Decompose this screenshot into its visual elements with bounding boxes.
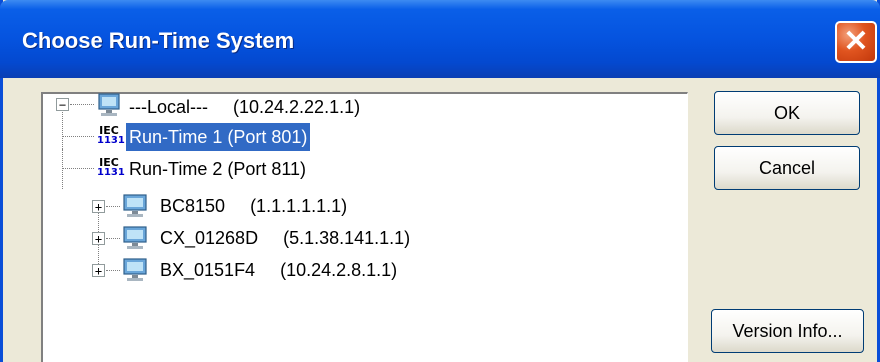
tree-connector — [70, 104, 94, 105]
choose-runtime-dialog: Choose Run-Time System ✕ − ---Local--- (… — [0, 0, 880, 362]
collapse-toggle[interactable]: − — [56, 98, 69, 111]
node-label: ---Local--- — [129, 97, 208, 117]
tree-connector — [62, 149, 63, 189]
node-address: (5.1.38.141.1.1) — [283, 227, 411, 248]
node-label: Run-Time 2 (Port 811) — [129, 159, 307, 179]
target-device-icon — [123, 226, 147, 249]
tree-connector — [106, 206, 120, 207]
title-bar[interactable]: Choose Run-Time System ✕ — [0, 0, 880, 78]
tree-connector — [62, 136, 94, 137]
node-address: (10.24.2.22.1.1) — [233, 96, 361, 117]
node-address: (1.1.1.1.1.1) — [250, 195, 348, 216]
ok-button[interactable]: OK — [714, 91, 860, 135]
tree-node-bc8150[interactable]: BC8150 (1.1.1.1.1.1) — [157, 191, 347, 221]
iec-1131-icon: IEC 1131 — [97, 124, 125, 146]
expand-toggle[interactable]: + — [92, 264, 105, 277]
node-label: CX_01268D — [160, 228, 259, 248]
close-icon: ✕ — [843, 25, 869, 58]
expand-toggle[interactable]: + — [92, 232, 105, 245]
tree-connector — [62, 168, 94, 169]
runtime-tree[interactable]: − ---Local--- (10.24.2.22.1.1) IEC 1131 R… — [41, 92, 688, 362]
tree-node-cx01268d[interactable]: CX_01268D (5.1.38.141.1.1) — [157, 223, 410, 253]
target-device-icon — [123, 194, 147, 217]
dialog-title: Choose Run-Time System — [22, 28, 295, 53]
cancel-button[interactable]: Cancel — [714, 146, 860, 190]
tree-connector — [106, 270, 120, 271]
tree-connector — [62, 112, 63, 149]
version-info-button[interactable]: Version Info... — [711, 309, 864, 353]
node-label: Run-Time 1 (Port 801) — [126, 123, 311, 151]
expand-toggle[interactable]: + — [92, 200, 105, 213]
tree-node-runtime-2[interactable]: Run-Time 2 (Port 811) — [126, 154, 309, 184]
node-label: BX_0151F4 — [160, 260, 256, 280]
tree-connector — [106, 238, 120, 239]
close-button[interactable]: ✕ — [835, 21, 877, 63]
tree-node-bx0151f4[interactable]: BX_0151F4 (10.24.2.8.1.1) — [157, 255, 397, 285]
tree-node-local[interactable]: ---Local--- (10.24.2.22.1.1) — [126, 92, 360, 122]
iec-1131-icon: IEC 1131 — [97, 156, 125, 178]
target-device-icon — [123, 258, 147, 281]
node-label: BC8150 — [160, 196, 226, 216]
node-address: (10.24.2.8.1.1) — [280, 259, 398, 280]
tree-node-runtime-1[interactable]: Run-Time 1 (Port 801) — [126, 122, 311, 152]
local-computer-icon — [98, 93, 120, 116]
